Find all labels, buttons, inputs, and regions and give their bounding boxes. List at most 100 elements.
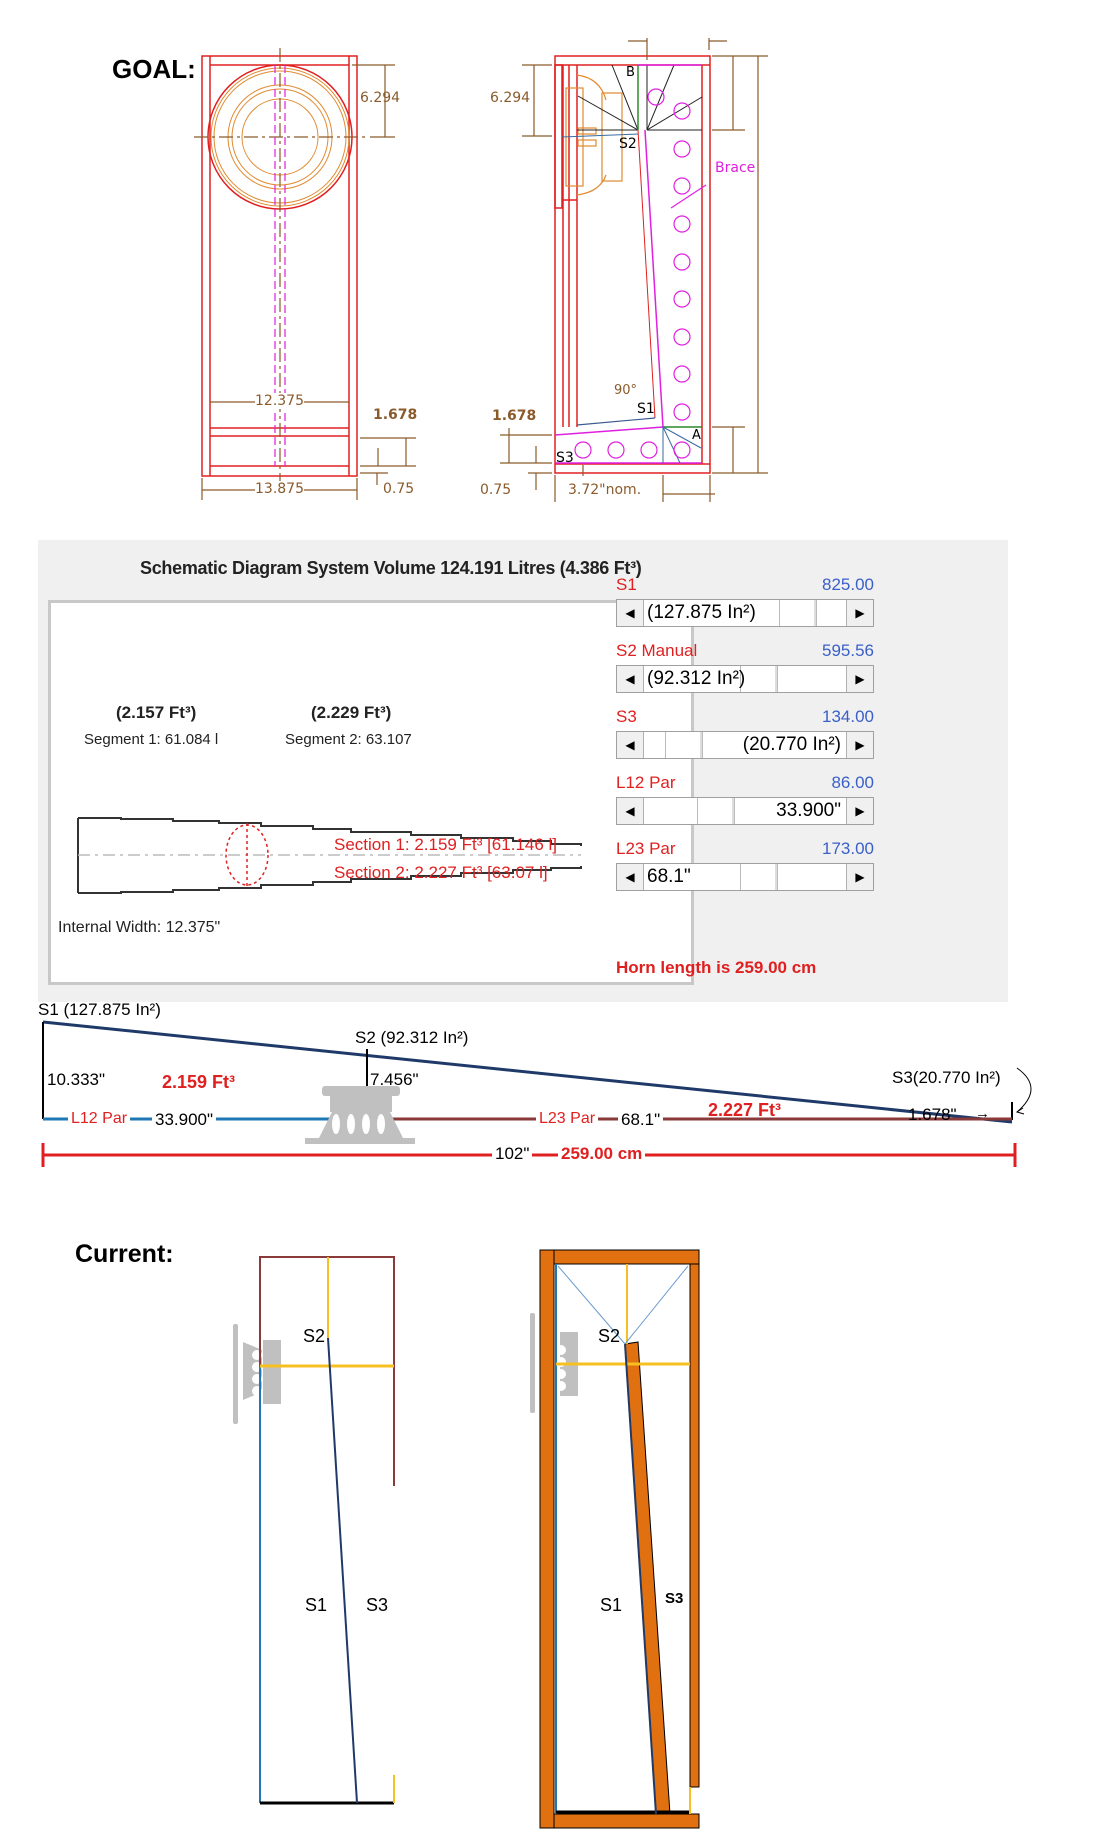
schematic-panel: Schematic Diagram System Volume 124.191 … xyxy=(38,540,1008,1002)
control-display: (20.770 In²) xyxy=(742,734,841,755)
scroll-right-button[interactable]: ▶ xyxy=(846,666,873,692)
front-dim-external-width: 13.875 xyxy=(255,481,304,497)
current-left-s3: S3 xyxy=(366,1595,389,1615)
current-right-s3: S3 xyxy=(665,1590,684,1607)
arrow-right-icon: ▶ xyxy=(855,606,865,620)
line-s3-arrow: → xyxy=(975,1105,990,1122)
control-display: (92.312 In²) xyxy=(647,668,746,689)
control-value: 86.00 xyxy=(831,773,874,792)
segment2-volume: (2.229 Ft³) xyxy=(311,703,392,722)
arrow-right-icon: ▶ xyxy=(855,870,865,884)
goal-front-view xyxy=(194,48,416,500)
control-scrollbar[interactable]: ◀ ▶ 68.1" xyxy=(616,863,874,891)
control-label: S2 Manual xyxy=(616,641,698,660)
scroll-left-button[interactable]: ◀ xyxy=(617,798,644,824)
side-label-b: B xyxy=(626,65,635,80)
scroll-thumb[interactable] xyxy=(779,600,817,626)
scroll-right-button[interactable]: ▶ xyxy=(846,732,873,758)
control-l12: L12 Par 86.00 ◀ ▶ 33.900" xyxy=(616,773,874,835)
line-s1-height: 10.333" xyxy=(47,1070,106,1089)
line-s3-height: 1.678" xyxy=(908,1105,957,1124)
segment1-volume: (2.157 Ft³) xyxy=(116,703,197,722)
control-label: L12 Par xyxy=(616,773,676,792)
front-dim-panel-thickness: 0.75 xyxy=(383,481,415,497)
line-s2-label: S2 (92.312 In²) xyxy=(355,1028,469,1047)
current-left-s1: S1 xyxy=(305,1595,328,1615)
side-dim-panel-thickness: 0.75 xyxy=(480,482,512,498)
control-value: 595.56 xyxy=(822,641,874,660)
current-left-view xyxy=(233,1249,700,1829)
control-label: S1 xyxy=(616,575,637,594)
line-s2-height: 7.456" xyxy=(370,1070,419,1089)
arrow-right-icon: ▶ xyxy=(855,738,865,752)
control-display: (127.875 In²) xyxy=(647,602,756,623)
line-l23-label: L23 Par xyxy=(536,1110,599,1128)
scroll-thumb[interactable] xyxy=(697,798,736,824)
section2-volume: Section 2: 2.227 Ft³ [63.07 l] xyxy=(334,863,548,882)
control-value: 173.00 xyxy=(822,839,874,858)
scroll-thumb[interactable] xyxy=(739,666,778,692)
side-label-s1: S1 xyxy=(637,401,655,417)
control-scrollbar[interactable]: ◀ ▶ (127.875 In²) xyxy=(616,599,874,627)
side-dim-nominal: 3.72"nom. xyxy=(568,482,642,498)
arrow-left-icon: ◀ xyxy=(625,672,635,686)
side-label-brace: Brace xyxy=(715,160,756,176)
side-dim-mouth-height: 1.678 xyxy=(492,408,537,424)
front-dim-internal-width: 12.375 xyxy=(255,393,304,409)
scroll-left-button[interactable]: ◀ xyxy=(617,600,644,626)
control-s1: S1 825.00 ◀ ▶ (127.875 In²) xyxy=(616,575,874,637)
control-label: S3 xyxy=(616,707,637,726)
line-vol1: 2.159 Ft³ xyxy=(162,1072,236,1092)
control-scrollbar[interactable]: ◀ ▶ (92.312 In²) xyxy=(616,665,874,693)
side-angle-label: 90° xyxy=(614,383,638,398)
arrow-left-icon: ◀ xyxy=(625,870,635,884)
control-value: 134.00 xyxy=(822,707,874,726)
side-label-s3: S3 xyxy=(556,450,574,466)
fold-lines xyxy=(577,64,703,131)
dimension-lines xyxy=(201,64,416,500)
control-scrollbar[interactable]: ◀ ▶ 33.900" xyxy=(616,797,874,825)
goal-side-view xyxy=(500,38,768,502)
front-dim-mouth-height: 1.678 xyxy=(373,407,418,423)
control-s2: S2 Manual 595.56 ◀ ▶ (92.312 In²) xyxy=(616,641,874,703)
arrow-left-icon: ◀ xyxy=(625,606,635,620)
scroll-left-button[interactable]: ◀ xyxy=(617,732,644,758)
arrow-right-icon: ▶ xyxy=(855,804,865,818)
scroll-thumb[interactable] xyxy=(665,732,704,758)
control-display: 68.1" xyxy=(647,866,691,887)
control-display: 33.900" xyxy=(776,800,841,821)
center-lines xyxy=(194,48,365,484)
scroll-right-button[interactable]: ▶ xyxy=(846,798,873,824)
scroll-thumb[interactable] xyxy=(739,864,778,890)
scroll-left-button[interactable]: ◀ xyxy=(617,864,644,890)
current-right-s2: S2 xyxy=(598,1326,621,1346)
current-right-s1: S1 xyxy=(600,1595,623,1615)
front-dim-driver-center: 6.294 xyxy=(360,90,401,106)
panel-title: Schematic Diagram System Volume 124.191 … xyxy=(140,558,642,578)
schematic-diagram-box: (2.157 Ft³) Segment 1: 61.084 l (2.229 F… xyxy=(48,600,694,985)
line-s3-label: S3(20.770 In²) xyxy=(892,1068,1001,1087)
scroll-left-button[interactable]: ◀ xyxy=(617,666,644,692)
left-driver-icon xyxy=(233,1324,281,1424)
segment1-label: Segment 1: 61.084 l xyxy=(84,731,219,748)
line-s1-label: S1 (127.875 In²) xyxy=(38,1000,161,1019)
line-vol2: 2.227 Ft³ xyxy=(708,1100,782,1120)
driver-icon xyxy=(305,1086,415,1144)
horn-line-diagram xyxy=(41,1020,1032,1167)
internal-width: Internal Width: 12.375" xyxy=(58,919,221,936)
side-label-a: A xyxy=(692,428,701,443)
control-s3: S3 134.00 ◀ ▶ (20.770 In²) xyxy=(616,707,874,769)
side-dimensions xyxy=(500,38,768,502)
line-l12-label: L12 Par xyxy=(68,1110,131,1128)
control-scrollbar[interactable]: ◀ ▶ (20.770 In²) xyxy=(616,731,874,759)
arrow-right-icon: ▶ xyxy=(855,672,865,686)
scroll-right-button[interactable]: ▶ xyxy=(846,864,873,890)
line-l23-value: 68.1" xyxy=(618,1110,664,1130)
scroll-right-button[interactable]: ▶ xyxy=(846,600,873,626)
control-value: 825.00 xyxy=(822,575,874,594)
arrow-left-icon: ◀ xyxy=(625,804,635,818)
control-label: L23 Par xyxy=(616,839,676,858)
control-l23: L23 Par 173.00 ◀ ▶ 68.1" xyxy=(616,839,874,901)
line-l12-value: 33.900" xyxy=(152,1110,217,1130)
side-label-s2: S2 xyxy=(619,136,637,152)
